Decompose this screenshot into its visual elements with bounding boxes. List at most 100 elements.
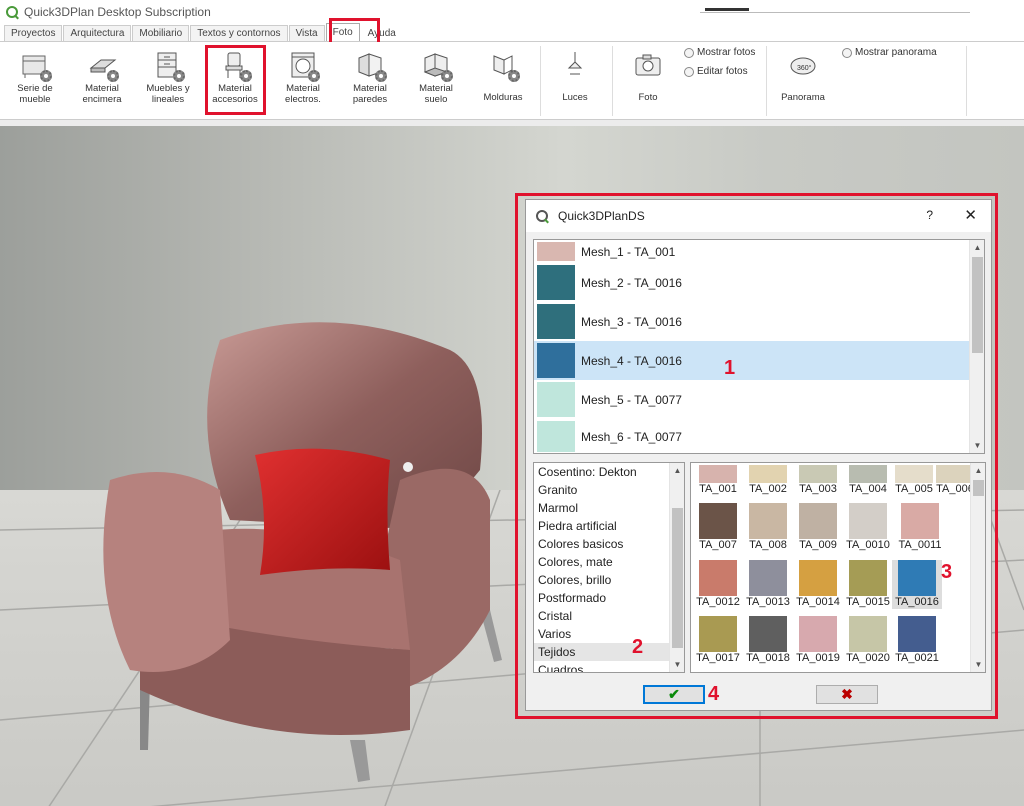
scroll-down-icon[interactable]: ▼ xyxy=(670,657,684,672)
texture-tile[interactable]: TA_0020 xyxy=(843,616,893,665)
ribbon-separator xyxy=(612,46,613,116)
texture-tile[interactable]: TA_0019 xyxy=(793,616,843,665)
texture-swatch xyxy=(537,265,575,300)
texture-swatch xyxy=(537,382,575,417)
texture-tile[interactable]: TA_002 xyxy=(743,465,793,496)
show-panorama-option[interactable]: Mostrar panorama xyxy=(842,47,937,58)
texture-tile[interactable]: TA_0018 xyxy=(743,616,793,665)
material-encimera-button[interactable]: Material encimera xyxy=(72,48,132,114)
help-button[interactable]: ? xyxy=(926,208,933,222)
luces-button[interactable]: Luces xyxy=(545,48,605,114)
list-item[interactable]: Mesh_1 - TA_001 xyxy=(534,240,984,263)
tab-textos[interactable]: Textos y contornos xyxy=(190,25,288,41)
category-item[interactable]: Postformado xyxy=(534,589,684,607)
floor-icon xyxy=(421,50,453,82)
scroll-thumb[interactable] xyxy=(672,508,683,648)
texture-tile[interactable]: TA_0017 xyxy=(693,616,743,665)
texture-tile[interactable]: TA_008 xyxy=(743,503,793,552)
foto-button[interactable]: Foto xyxy=(618,48,678,114)
texture-tile[interactable]: TA_0011 xyxy=(895,503,945,552)
annotation-4: 4 xyxy=(708,683,720,705)
texture-swatch xyxy=(537,343,575,378)
material-paredes-button[interactable]: Material paredes xyxy=(340,48,400,114)
category-item[interactable]: Colores basicos xyxy=(534,535,684,553)
category-item[interactable]: Granito xyxy=(534,481,684,499)
category-item[interactable]: Piedra artificial xyxy=(534,517,684,535)
texture-tile-selected[interactable]: TA_0016 xyxy=(892,560,942,609)
cancel-button[interactable]: ✖ xyxy=(816,685,878,704)
panorama-360-icon: 360° xyxy=(788,50,818,80)
scroll-up-icon[interactable]: ▲ xyxy=(971,463,985,478)
muebles-lineales-button[interactable]: Muebles y lineales xyxy=(138,48,198,114)
category-item[interactable]: Cosentino: Dekton xyxy=(534,463,684,481)
texture-swatch xyxy=(537,242,575,261)
ok-button[interactable]: ✔ xyxy=(643,685,705,704)
texture-swatch xyxy=(537,421,575,452)
mesh-list[interactable]: Mesh_1 - TA_001 Mesh_2 - TA_0016 Mesh_3 … xyxy=(533,239,985,454)
texture-tile[interactable]: TA_0010 xyxy=(843,503,893,552)
scroll-down-icon[interactable]: ▼ xyxy=(970,438,984,453)
window-title: Quick3DPlan Desktop Subscription xyxy=(24,5,211,19)
list-item[interactable]: Mesh_6 - TA_0077 xyxy=(534,419,984,453)
texture-scrollbar[interactable]: ▲ ▼ xyxy=(970,463,985,672)
texture-tile[interactable]: TA_001 xyxy=(693,465,743,496)
radio-icon xyxy=(684,47,694,58)
material-suelo-button[interactable]: Material suelo xyxy=(406,48,466,114)
list-item[interactable]: Mesh_2 - TA_0016 xyxy=(534,263,984,302)
texture-tile[interactable]: TA_0012 xyxy=(693,560,743,609)
tab-proyectos[interactable]: Proyectos xyxy=(4,25,63,41)
molding-icon xyxy=(488,50,520,82)
radio-icon xyxy=(842,47,852,58)
show-photos-option[interactable]: Mostrar fotos xyxy=(684,47,755,58)
scroll-up-icon[interactable]: ▲ xyxy=(970,240,984,255)
serie-mueble-button[interactable]: Serie de mueble xyxy=(5,48,65,114)
scroll-thumb[interactable] xyxy=(972,257,983,353)
dialog-titlebar: Quick3DPlanDS ? ✕ xyxy=(526,200,991,232)
svg-text:360°: 360° xyxy=(797,64,812,72)
app-logo-icon xyxy=(536,210,548,222)
list-item[interactable]: Mesh_5 - TA_0077 xyxy=(534,380,984,419)
molduras-button[interactable]: Molduras xyxy=(473,48,533,114)
camera-icon xyxy=(633,50,663,80)
scroll-thumb[interactable] xyxy=(973,480,984,496)
panorama-button[interactable]: 360° Panorama xyxy=(773,48,833,114)
category-item[interactable]: Marmol xyxy=(534,499,684,517)
walls-icon xyxy=(355,50,387,82)
tab-arquitectura[interactable]: Arquitectura xyxy=(63,25,132,41)
texture-tile[interactable]: TA_0021 xyxy=(892,616,942,665)
texture-tile[interactable]: TA_003 xyxy=(793,465,843,496)
texture-tile[interactable]: TA_009 xyxy=(793,503,843,552)
annotation-2: 2 xyxy=(632,636,644,658)
annotation-1: 1 xyxy=(724,357,736,379)
material-dialog: Quick3DPlanDS ? ✕ Mesh_1 - TA_001 Mesh_2… xyxy=(525,199,992,711)
title-decoration xyxy=(700,8,970,13)
mesh-list-scrollbar[interactable]: ▲ ▼ xyxy=(969,240,984,453)
texture-swatch xyxy=(537,304,575,339)
texture-tile[interactable]: TA_0014 xyxy=(793,560,843,609)
close-button[interactable]: ✕ xyxy=(964,206,977,224)
category-item-selected[interactable]: Tejidos xyxy=(534,643,684,661)
scroll-down-icon[interactable]: ▼ xyxy=(971,657,985,672)
category-item[interactable]: Varios xyxy=(534,625,684,643)
material-electros-button[interactable]: Material electros. xyxy=(273,48,333,114)
countertop-icon xyxy=(87,50,119,82)
list-item-selected[interactable]: Mesh_4 - TA_0016 xyxy=(534,341,984,380)
category-list[interactable]: Cosentino: Dekton Granito Marmol Piedra … xyxy=(533,462,685,673)
texture-tile[interactable]: TA_007 xyxy=(693,503,743,552)
category-scrollbar[interactable]: ▲ ▼ xyxy=(669,463,684,672)
tab-foto-highlight xyxy=(329,18,380,45)
edit-photos-option[interactable]: Editar fotos xyxy=(684,66,748,77)
category-item[interactable]: Cristal xyxy=(534,607,684,625)
list-item[interactable]: Mesh_3 - TA_0016 xyxy=(534,302,984,341)
ribbon-separator xyxy=(540,46,541,116)
drawers-icon xyxy=(153,50,185,82)
texture-tile[interactable]: TA_004 xyxy=(843,465,893,496)
category-item[interactable]: Cuadros xyxy=(534,661,684,672)
texture-tile[interactable]: TA_0015 xyxy=(843,560,893,609)
texture-tile[interactable]: TA_0013 xyxy=(743,560,793,609)
tab-vista[interactable]: Vista xyxy=(288,25,325,41)
scroll-up-icon[interactable]: ▲ xyxy=(670,463,684,478)
category-item[interactable]: Colores, mate xyxy=(534,553,684,571)
category-item[interactable]: Colores, brillo xyxy=(534,571,684,589)
tab-mobiliario[interactable]: Mobiliario xyxy=(132,25,190,41)
